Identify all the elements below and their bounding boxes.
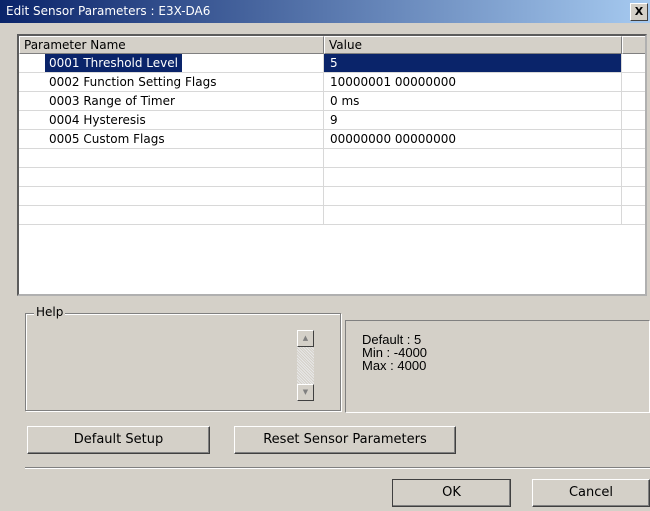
table-row[interactable]: 0005 Custom Flags 00000000 00000000 (19, 130, 645, 149)
table-row[interactable]: 0004 Hysteresis 9 (19, 111, 645, 130)
help-scrollbar[interactable]: ▲ ▼ (297, 330, 314, 401)
column-header-value[interactable]: Value (324, 36, 622, 54)
ok-button[interactable]: OK (392, 479, 511, 507)
parameter-name: 0005 Custom Flags (49, 132, 165, 146)
reset-sensor-parameters-button[interactable]: Reset Sensor Parameters (234, 426, 456, 454)
parameter-value-cell[interactable] (324, 168, 622, 186)
column-header-parameter-name[interactable]: Parameter Name (19, 36, 324, 54)
table-row[interactable] (19, 149, 645, 168)
table-row[interactable]: 0002 Function Setting Flags 10000001 0000… (19, 73, 645, 92)
parameter-value-cell[interactable] (324, 187, 622, 205)
parameter-value-cell[interactable]: 0 ms (324, 92, 622, 110)
scroll-down-icon[interactable]: ▼ (297, 384, 314, 401)
parameter-info-box: Default : 5 Min : -4000 Max : 4000 (345, 320, 650, 413)
parameter-name: 0001 Threshold Level (45, 54, 182, 72)
table-row[interactable] (19, 187, 645, 206)
parameter-name-cell[interactable]: 0005 Custom Flags (19, 130, 324, 148)
scroll-up-icon[interactable]: ▲ (297, 330, 314, 347)
parameter-value-cell[interactable]: 10000001 00000000 (324, 73, 622, 91)
parameter-value-cell[interactable]: 9 (324, 111, 622, 129)
help-label: Help (34, 305, 66, 319)
table-row[interactable] (19, 168, 645, 187)
window-title: Edit Sensor Parameters : E3X-DA6 (6, 4, 211, 18)
parameter-name-cell[interactable]: 0002 Function Setting Flags (19, 73, 324, 91)
parameter-name-cell[interactable] (19, 168, 324, 186)
parameter-name-cell[interactable] (19, 149, 324, 167)
parameter-value-cell[interactable] (324, 149, 622, 167)
parameter-value-cell[interactable]: 5 (324, 54, 622, 72)
title-bar: Edit Sensor Parameters : E3X-DA6 X (0, 0, 650, 23)
default-setup-button[interactable]: Default Setup (27, 426, 210, 454)
parameter-name: 0002 Function Setting Flags (49, 75, 217, 89)
parameter-name: 0004 Hysteresis (49, 113, 146, 127)
table-row[interactable]: 0001 Threshold Level 5 (19, 54, 645, 73)
grid-rows: 0001 Threshold Level 5 0002 Function Setti… (19, 54, 645, 225)
close-icon[interactable]: X (630, 3, 648, 21)
parameter-name-cell[interactable]: 0004 Hysteresis (19, 111, 324, 129)
parameter-value-cell[interactable] (324, 206, 622, 224)
parameter-name-cell[interactable]: 0001 Threshold Level (19, 54, 324, 72)
cancel-button[interactable]: Cancel (532, 479, 650, 507)
help-groupbox: Help (25, 305, 341, 411)
divider (25, 467, 650, 469)
grid-header: Parameter Name Value (19, 36, 645, 54)
table-row[interactable]: 0003 Range of Timer 0 ms (19, 92, 645, 111)
info-max: Max : 4000 (362, 358, 427, 373)
parameter-grid[interactable]: Parameter Name Value 0001 Threshold Leve… (17, 34, 647, 296)
parameter-name-cell[interactable] (19, 206, 324, 224)
parameter-name-cell[interactable] (19, 187, 324, 205)
table-row[interactable] (19, 206, 645, 225)
parameter-name-cell[interactable]: 0003 Range of Timer (19, 92, 324, 110)
parameter-name: 0003 Range of Timer (49, 94, 175, 108)
parameter-value-cell[interactable]: 00000000 00000000 (324, 130, 622, 148)
column-header-filler (622, 36, 645, 54)
